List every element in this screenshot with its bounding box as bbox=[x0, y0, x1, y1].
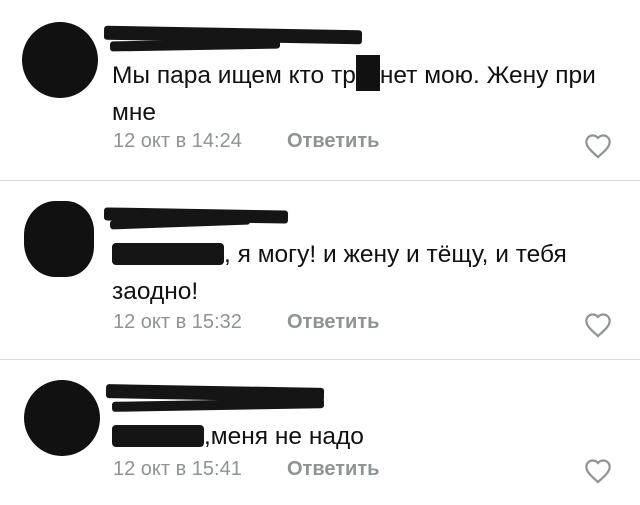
redacted-author-name bbox=[111, 398, 325, 412]
heart-outline-icon[interactable] bbox=[584, 133, 612, 159]
redacted-author-name bbox=[109, 38, 281, 52]
heart-outline-icon[interactable] bbox=[584, 312, 612, 338]
comment-3: ,меня не надо 12 окт в 15:41 Ответить bbox=[0, 360, 640, 505]
comment-timestamp: 12 окт в 15:32 bbox=[113, 311, 242, 333]
reply-button[interactable]: Ответить bbox=[287, 311, 379, 334]
comment-text-part: ,меня не надо bbox=[204, 423, 364, 450]
comment-text: , я могу! и жену и тёщу, и тебя заодно! bbox=[112, 236, 612, 310]
reply-button[interactable]: Ответить bbox=[287, 458, 379, 481]
comment-text: Мы пара ищем кто тр нет мою. Жену при мне bbox=[112, 55, 612, 131]
avatar[interactable] bbox=[22, 22, 98, 98]
comment-timestamp: 12 окт в 15:41 bbox=[113, 458, 242, 480]
comment-1: Мы пара ищем кто тр нет мою. Жену при мне… bbox=[0, 0, 640, 180]
comment-timestamp: 12 окт в 14:24 bbox=[113, 130, 242, 152]
redacted-mention bbox=[112, 425, 204, 447]
heart-outline-icon[interactable] bbox=[584, 458, 612, 484]
comment-text-part: Мы пара ищем кто тр bbox=[112, 62, 356, 89]
censor-block bbox=[355, 55, 380, 91]
avatar[interactable] bbox=[24, 380, 100, 456]
comment-text: ,меня не надо bbox=[112, 418, 612, 455]
comment-2: , я могу! и жену и тёщу, и тебя заодно! … bbox=[0, 181, 640, 359]
avatar[interactable] bbox=[24, 201, 94, 277]
reply-button[interactable]: Ответить bbox=[287, 130, 379, 153]
redacted-mention bbox=[112, 243, 224, 265]
